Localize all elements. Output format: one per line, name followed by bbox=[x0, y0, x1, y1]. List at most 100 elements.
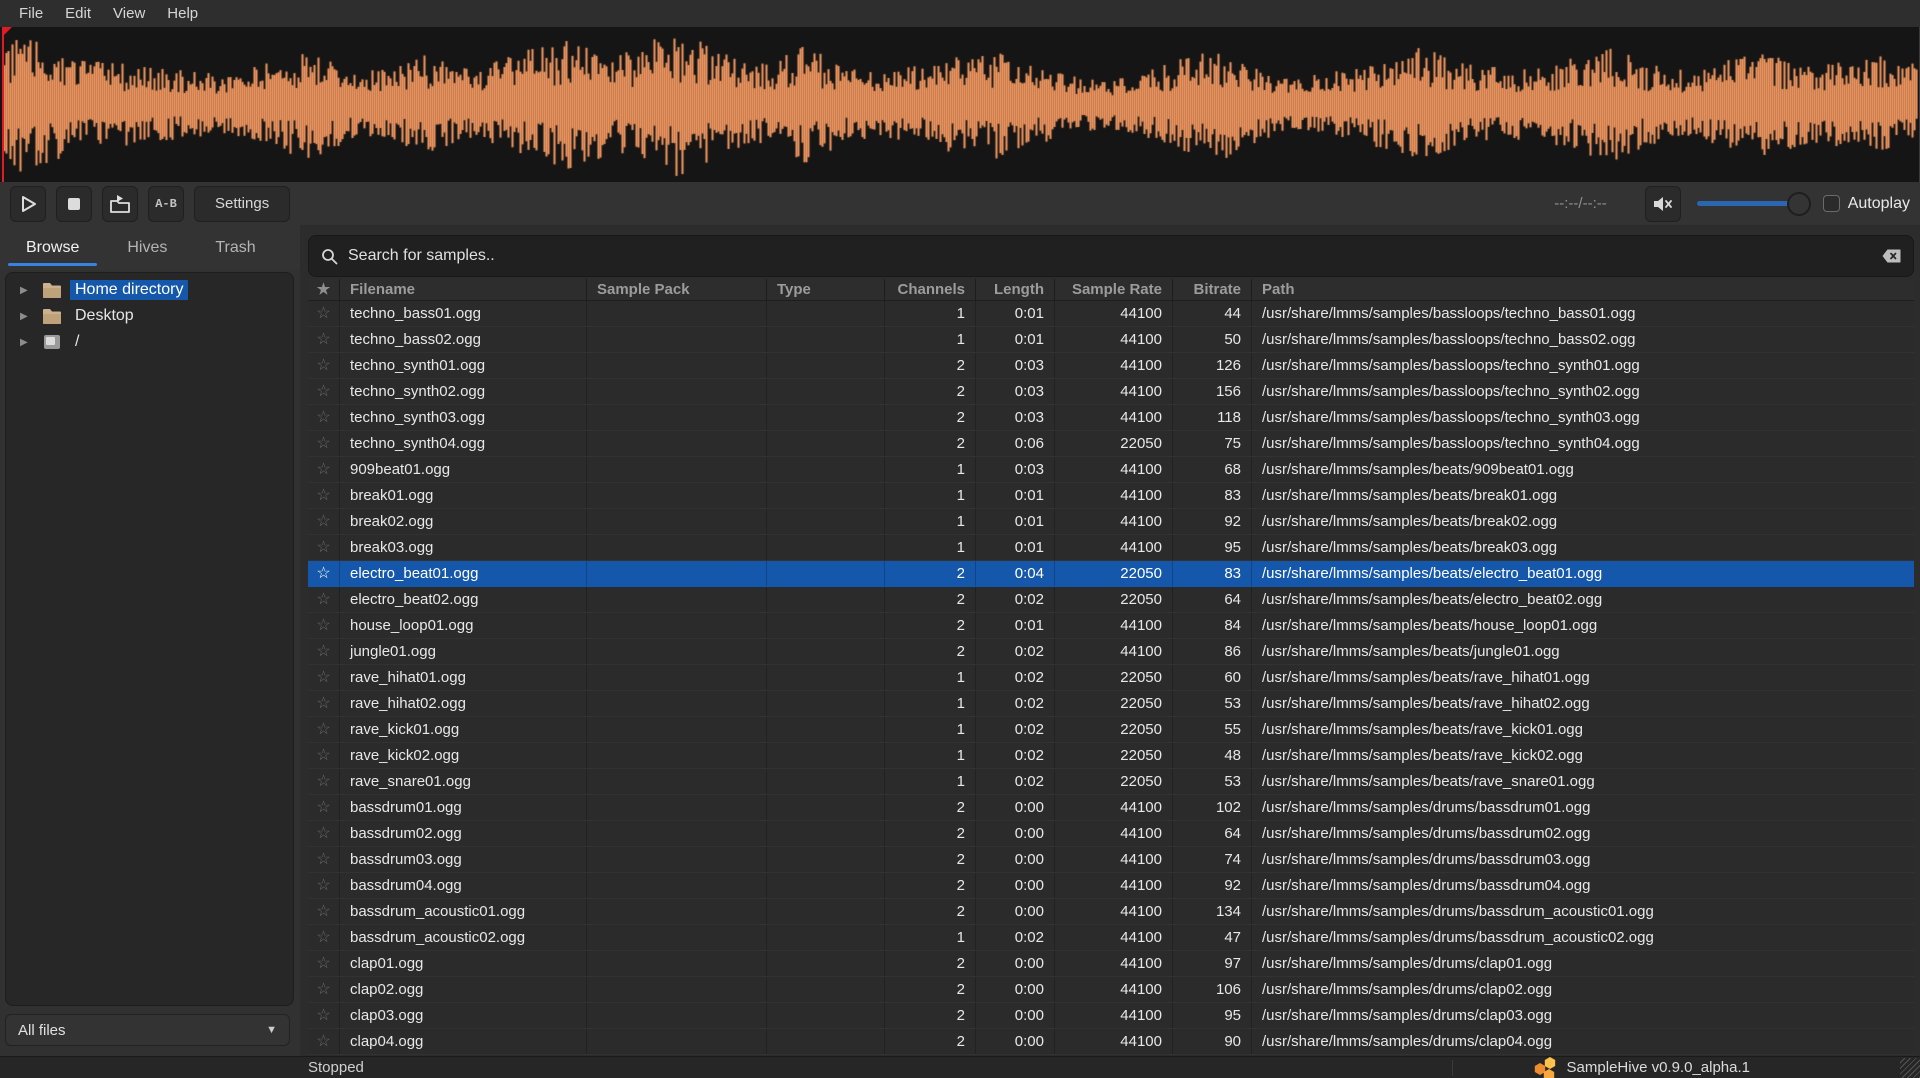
favorite-star-icon[interactable]: ☆ bbox=[308, 977, 340, 1002]
cell-filename: break03.ogg bbox=[340, 535, 587, 560]
table-row[interactable]: ☆ rave_hihat01.ogg 1 0:02 22050 60 /usr/… bbox=[308, 665, 1914, 691]
cell-channels: 2 bbox=[885, 639, 976, 664]
favorite-star-icon[interactable]: ☆ bbox=[308, 821, 340, 846]
favorite-star-icon[interactable]: ☆ bbox=[308, 561, 340, 586]
menu-help[interactable]: Help bbox=[156, 0, 209, 27]
table-row[interactable]: ☆ bassdrum03.ogg 2 0:00 44100 74 /usr/sh… bbox=[308, 847, 1914, 873]
favorite-star-icon[interactable]: ☆ bbox=[308, 873, 340, 898]
menu-edit[interactable]: Edit bbox=[54, 0, 102, 27]
table-row[interactable]: ☆ rave_hihat02.ogg 1 0:02 22050 53 /usr/… bbox=[308, 691, 1914, 717]
table-row[interactable]: ☆ break01.ogg 1 0:01 44100 83 /usr/share… bbox=[308, 483, 1914, 509]
tab-browse[interactable]: Browse bbox=[2, 225, 103, 270]
table-row[interactable]: ☆ techno_bass02.ogg 1 0:01 44100 50 /usr… bbox=[308, 327, 1914, 353]
column-header-path[interactable]: Path bbox=[1252, 279, 1914, 300]
table-row[interactable]: ☆ break02.ogg 1 0:01 44100 92 /usr/share… bbox=[308, 509, 1914, 535]
volume-slider[interactable] bbox=[1697, 191, 1809, 217]
favorite-star-icon[interactable]: ☆ bbox=[308, 535, 340, 560]
column-header-sample-rate[interactable]: Sample Rate bbox=[1055, 279, 1173, 300]
tab-hives[interactable]: Hives bbox=[103, 225, 191, 270]
table-row[interactable]: ☆ techno_synth04.ogg 2 0:06 22050 75 /us… bbox=[308, 431, 1914, 457]
favorite-star-icon[interactable]: ☆ bbox=[308, 925, 340, 950]
favorite-star-icon[interactable]: ☆ bbox=[308, 457, 340, 482]
search-bar[interactable] bbox=[308, 235, 1914, 277]
favorite-star-icon[interactable]: ☆ bbox=[308, 431, 340, 456]
favorite-star-icon[interactable]: ☆ bbox=[308, 353, 340, 378]
table-row[interactable]: ☆ rave_kick01.ogg 1 0:02 22050 55 /usr/s… bbox=[308, 717, 1914, 743]
tab-trash[interactable]: Trash bbox=[191, 225, 279, 270]
favorite-star-icon[interactable]: ☆ bbox=[308, 327, 340, 352]
waveform-canvas[interactable] bbox=[0, 27, 1918, 182]
favorite-star-icon[interactable]: ☆ bbox=[308, 899, 340, 924]
table-row[interactable]: ☆ electro_beat01.ogg 2 0:04 22050 83 /us… bbox=[308, 561, 1914, 587]
stop-button[interactable] bbox=[56, 186, 92, 222]
tree-item-root[interactable]: ▶ / bbox=[6, 329, 293, 355]
table-row[interactable]: ☆ house_loop01.ogg 2 0:01 44100 84 /usr/… bbox=[308, 613, 1914, 639]
table-row[interactable]: ☆ bassdrum02.ogg 2 0:00 44100 64 /usr/sh… bbox=[308, 821, 1914, 847]
favorite-star-icon[interactable]: ☆ bbox=[308, 483, 340, 508]
volume-handle[interactable] bbox=[1787, 192, 1811, 216]
favorite-star-icon[interactable]: ☆ bbox=[308, 1003, 340, 1028]
favorite-star-icon[interactable]: ☆ bbox=[308, 769, 340, 794]
table-row[interactable]: ☆ bassdrum_acoustic01.ogg 2 0:00 44100 1… bbox=[308, 899, 1914, 925]
cell-sample-rate: 44100 bbox=[1055, 483, 1173, 508]
favorite-star-icon[interactable]: ☆ bbox=[308, 1029, 340, 1054]
table-row[interactable]: ☆ bassdrum04.ogg 2 0:00 44100 92 /usr/sh… bbox=[308, 873, 1914, 899]
expand-arrow-icon[interactable]: ▶ bbox=[20, 337, 42, 348]
favorite-star-icon[interactable]: ☆ bbox=[308, 613, 340, 638]
favorite-star-icon[interactable]: ☆ bbox=[308, 301, 340, 326]
column-header-channels[interactable]: Channels bbox=[885, 279, 976, 300]
cell-filename: bassdrum04.ogg bbox=[340, 873, 587, 898]
favorite-star-icon[interactable]: ☆ bbox=[308, 379, 340, 404]
favorite-star-icon[interactable]: ☆ bbox=[308, 691, 340, 716]
column-header-length[interactable]: Length bbox=[976, 279, 1055, 300]
table-row[interactable]: ☆ clap02.ogg 2 0:00 44100 106 /usr/share… bbox=[308, 977, 1914, 1003]
column-header-sample-pack[interactable]: Sample Pack bbox=[587, 279, 767, 300]
column-header-filename[interactable]: Filename bbox=[340, 279, 587, 300]
menu-file[interactable]: File bbox=[8, 0, 54, 27]
expand-arrow-icon[interactable]: ▶ bbox=[20, 285, 42, 296]
expand-arrow-icon[interactable]: ▶ bbox=[20, 311, 42, 322]
resize-grip[interactable] bbox=[1900, 1058, 1920, 1078]
table-row[interactable]: ☆ break03.ogg 1 0:01 44100 95 /usr/share… bbox=[308, 535, 1914, 561]
mute-button[interactable] bbox=[1645, 186, 1681, 222]
favorite-star-icon[interactable]: ☆ bbox=[308, 951, 340, 976]
search-input[interactable] bbox=[348, 247, 1882, 265]
column-header-bitrate[interactable]: Bitrate bbox=[1173, 279, 1252, 300]
table-row[interactable]: ☆ techno_synth01.ogg 2 0:03 44100 126 /u… bbox=[308, 353, 1914, 379]
table-row[interactable]: ☆ rave_snare01.ogg 1 0:02 22050 53 /usr/… bbox=[308, 769, 1914, 795]
tree-item-desktop[interactable]: ▶ Desktop bbox=[6, 303, 293, 329]
favorite-star-icon[interactable]: ☆ bbox=[308, 509, 340, 534]
favorite-star-icon[interactable]: ☆ bbox=[308, 665, 340, 690]
table-row[interactable]: ☆ techno_bass01.ogg 1 0:01 44100 44 /usr… bbox=[308, 301, 1914, 327]
table-row[interactable]: ☆ bassdrum_acoustic02.ogg 1 0:02 44100 4… bbox=[308, 925, 1914, 951]
table-row[interactable]: ☆ clap03.ogg 2 0:00 44100 95 /usr/share/… bbox=[308, 1003, 1914, 1029]
table-row[interactable]: ☆ electro_beat02.ogg 2 0:02 22050 64 /us… bbox=[308, 587, 1914, 613]
play-button[interactable] bbox=[10, 186, 46, 222]
favorite-star-icon[interactable]: ☆ bbox=[308, 405, 340, 430]
tree-item-home-directory[interactable]: ▶ Home directory bbox=[6, 277, 293, 303]
table-row[interactable]: ☆ clap04.ogg 2 0:00 44100 90 /usr/share/… bbox=[308, 1029, 1914, 1055]
table-row[interactable]: ☆ jungle01.ogg 2 0:02 44100 86 /usr/shar… bbox=[308, 639, 1914, 665]
favorite-star-icon[interactable]: ☆ bbox=[308, 717, 340, 742]
favorite-star-icon[interactable]: ☆ bbox=[308, 639, 340, 664]
loop-button[interactable] bbox=[102, 186, 138, 222]
loop-ab-button[interactable]: A-B bbox=[148, 186, 184, 222]
favorite-star-icon[interactable]: ☆ bbox=[308, 743, 340, 768]
clear-search-icon[interactable] bbox=[1882, 249, 1901, 263]
file-filter-dropdown[interactable]: All files ▼ bbox=[5, 1014, 290, 1046]
table-row[interactable]: ☆ clap01.ogg 2 0:00 44100 97 /usr/share/… bbox=[308, 951, 1914, 977]
table-row[interactable]: ☆ bassdrum01.ogg 2 0:00 44100 102 /usr/s… bbox=[308, 795, 1914, 821]
favorite-star-icon[interactable]: ☆ bbox=[308, 795, 340, 820]
favorite-column-header[interactable]: ★ bbox=[308, 279, 340, 300]
favorite-star-icon[interactable]: ☆ bbox=[308, 587, 340, 612]
table-row[interactable]: ☆ rave_kick02.ogg 1 0:02 22050 48 /usr/s… bbox=[308, 743, 1914, 769]
column-header-type[interactable]: Type bbox=[767, 279, 885, 300]
table-row[interactable]: ☆ techno_synth03.ogg 2 0:03 44100 118 /u… bbox=[308, 405, 1914, 431]
table-row[interactable]: ☆ 909beat01.ogg 1 0:03 44100 68 /usr/sha… bbox=[308, 457, 1914, 483]
table-row[interactable]: ☆ techno_synth02.ogg 2 0:03 44100 156 /u… bbox=[308, 379, 1914, 405]
autoplay-checkbox[interactable] bbox=[1823, 195, 1840, 212]
waveform-panel[interactable] bbox=[0, 27, 1920, 182]
favorite-star-icon[interactable]: ☆ bbox=[308, 847, 340, 872]
settings-button[interactable]: Settings bbox=[194, 186, 290, 222]
menu-view[interactable]: View bbox=[102, 0, 156, 27]
